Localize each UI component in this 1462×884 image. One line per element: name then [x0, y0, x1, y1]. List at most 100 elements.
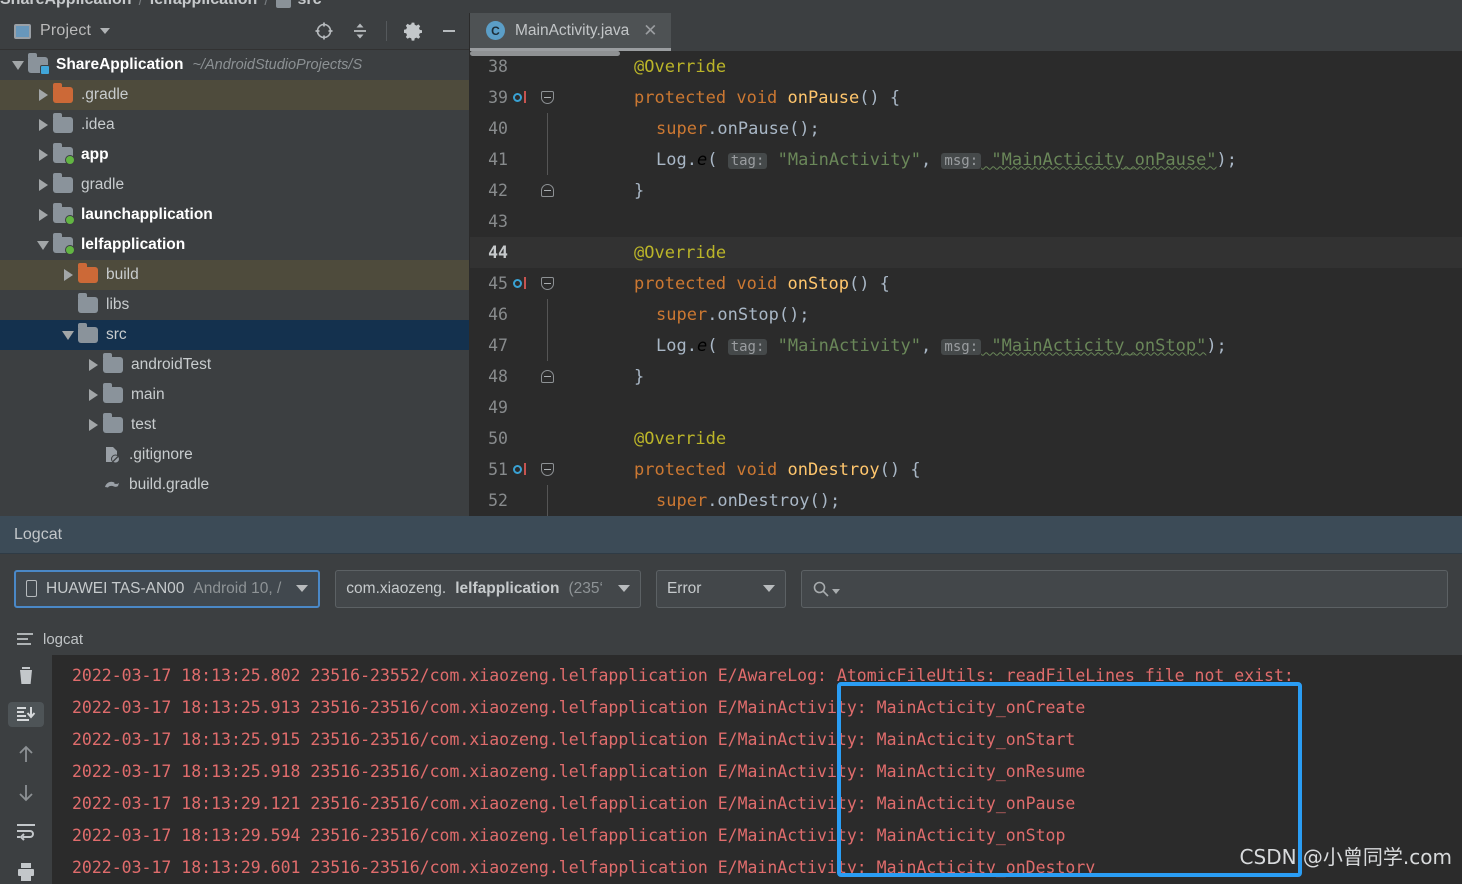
logcat-line[interactable]: 2022-03-17 18:13:25.918 23516-23516/com.…	[52, 755, 1462, 787]
code-line[interactable]: 39 protected void onPause() {	[470, 82, 1462, 113]
chevron-right-icon[interactable]	[33, 179, 53, 191]
code-line[interactable]: 38 @Override	[470, 51, 1462, 82]
process-selector[interactable]: com.xiaozeng. lelfapplication (235‘	[335, 569, 641, 608]
tree-item-launchapplication[interactable]: launchapplication	[0, 200, 469, 230]
code-line[interactable]: 51 protected void onDestroy() {	[470, 454, 1462, 485]
code-line[interactable]: 49	[470, 392, 1462, 423]
log-level-selector[interactable]: Error	[655, 569, 786, 608]
scroll-to-end-icon[interactable]	[8, 702, 44, 727]
code-line[interactable]: 41 Log.e( tag: "MainActivity", msg: "Main…	[470, 144, 1462, 175]
tree-item-gradle[interactable]: .gradle	[0, 80, 469, 110]
search-filter-caret-icon[interactable]	[831, 589, 840, 594]
chevron-right-icon[interactable]	[33, 119, 53, 131]
chevron-down-icon[interactable]	[58, 330, 78, 340]
tree-item-src[interactable]: src	[0, 320, 469, 350]
breadcrumb-item[interactable]: src	[298, 0, 322, 9]
code-line[interactable]: 46 super.onStop();	[470, 299, 1462, 330]
logcat-line[interactable]: 2022-03-17 18:13:25.915 23516-23516/com.…	[52, 723, 1462, 755]
code-token: ,	[920, 335, 942, 356]
tree-item-buildgradle[interactable]: build.gradle	[0, 470, 469, 500]
android-studio-window: ShareApplication / lelfapplication / src Pro…	[0, 0, 1462, 884]
code-token: protected void	[634, 273, 788, 294]
horizontal-scrollbar[interactable]	[470, 51, 620, 56]
logcat-line[interactable]: 2022-03-17 18:13:25.802 23516-23552/com.…	[52, 659, 1462, 691]
logcat-search-box[interactable]	[800, 569, 1448, 608]
logcat-tab-label[interactable]: logcat	[43, 631, 83, 648]
code-folding-marker[interactable]	[534, 463, 560, 476]
soft-wrap-icon[interactable]	[8, 820, 44, 844]
tree-item-gradle[interactable]: gradle	[0, 170, 469, 200]
tree-item-build[interactable]: build	[0, 260, 469, 290]
breadcrumb-item[interactable]: lelfapplication	[150, 0, 258, 9]
chevron-right-icon[interactable]	[33, 89, 53, 101]
code-line[interactable]: 40 super.onPause();	[470, 113, 1462, 144]
chevron-right-icon[interactable]	[83, 359, 103, 371]
chevron-right-icon[interactable]	[33, 209, 53, 221]
chevron-down-icon[interactable]	[100, 28, 111, 34]
tree-item-shareapplication[interactable]: ShareApplication ~/AndroidStudioProjects/…	[0, 50, 469, 80]
code-text: super.onPause();	[560, 119, 820, 139]
chevron-down-icon[interactable]	[617, 585, 630, 592]
chevron-down-icon[interactable]	[296, 585, 309, 592]
code-folding-marker[interactable]	[534, 277, 560, 290]
code-token: ,	[920, 149, 942, 170]
chevron-right-icon[interactable]	[83, 419, 103, 431]
code-token: Log.	[656, 335, 697, 356]
previous-occurrence-icon[interactable]	[8, 742, 44, 766]
settings-gear-icon[interactable]	[403, 21, 423, 41]
module-folder-icon	[28, 53, 50, 75]
logcat-line[interactable]: 2022-03-17 18:13:29.121 23516-23516/com.…	[52, 787, 1462, 819]
chevron-right-icon[interactable]	[58, 269, 78, 281]
logcat-output[interactable]: 2022-03-17 18:13:25.802 23516-23552/com.…	[52, 655, 1462, 884]
code-line[interactable]: 48}	[470, 361, 1462, 392]
print-icon[interactable]	[8, 860, 44, 884]
clear-logcat-icon[interactable]	[8, 663, 44, 687]
code-viewport[interactable]: 38 @Override 39 protected void onPause() {4…	[470, 51, 1462, 516]
tree-item-gitignore[interactable]: .gitignore	[0, 440, 469, 470]
chevron-right-icon[interactable]	[83, 389, 103, 401]
breadcrumb-item[interactable]: ShareApplication	[0, 0, 132, 9]
close-icon[interactable]: ✕	[643, 22, 657, 39]
logcat-line-meta: 2022-03-17 18:13:29.601 23516-23516/com.…	[72, 857, 708, 877]
code-text: Log.e( tag: "MainActivity", msg: "MainAc…	[560, 150, 1237, 170]
tree-item-lelfapplication[interactable]: lelfapplication	[0, 230, 469, 260]
editor-gutter: 50	[470, 429, 560, 448]
code-token: "MainActivity"	[767, 149, 921, 170]
code-line[interactable]: 50 @Override	[470, 423, 1462, 454]
next-occurrence-icon[interactable]	[8, 781, 44, 805]
tree-item-libs[interactable]: libs	[0, 290, 469, 320]
device-selector[interactable]: HUAWEI TAS-AN00 Android 10, /	[14, 569, 321, 608]
override-method-icon[interactable]	[510, 276, 534, 292]
code-line[interactable]: 42}	[470, 175, 1462, 206]
project-tree[interactable]: ShareApplication ~/AndroidStudioProjects/…	[0, 50, 469, 516]
code-line[interactable]: 47 Log.e( tag: "MainActivity", msg: "Main…	[470, 330, 1462, 361]
chevron-down-icon[interactable]	[762, 585, 775, 592]
chevron-right-icon[interactable]	[33, 149, 53, 161]
code-token: msg:	[941, 152, 982, 169]
code-line[interactable]: 44 @Override	[470, 237, 1462, 268]
collapse-all-icon[interactable]	[350, 21, 370, 41]
tree-item-main[interactable]: main	[0, 380, 469, 410]
override-method-icon[interactable]	[510, 90, 534, 106]
logcat-line[interactable]: 2022-03-17 18:13:25.913 23516-23516/com.…	[52, 691, 1462, 723]
hide-panel-icon[interactable]	[439, 21, 459, 41]
code-folding-marker[interactable]	[534, 370, 560, 383]
tree-item-test[interactable]: test	[0, 410, 469, 440]
code-folding-marker[interactable]	[534, 91, 560, 104]
device-name: HUAWEI TAS-AN00	[46, 579, 185, 597]
code-line[interactable]: 43	[470, 206, 1462, 237]
chevron-down-icon[interactable]	[8, 60, 28, 70]
locate-target-icon[interactable]	[314, 21, 334, 41]
override-method-icon[interactable]	[510, 462, 534, 478]
tree-item-idea[interactable]: .idea	[0, 110, 469, 140]
logcat-search-input[interactable]	[847, 580, 1437, 597]
chevron-down-icon[interactable]	[33, 240, 53, 250]
code-folding-marker[interactable]	[534, 184, 560, 197]
tree-item-app[interactable]: app	[0, 140, 469, 170]
tree-item-label: libs	[106, 296, 130, 313]
code-line[interactable]: 52 super.onDestroy();	[470, 485, 1462, 516]
code-line[interactable]: 45 protected void onStop() {	[470, 268, 1462, 299]
tree-item-androidtest[interactable]: androidTest	[0, 350, 469, 380]
folder-icon	[103, 353, 123, 373]
tab-mainactivity-java[interactable]: C MainActivity.java ✕	[470, 13, 671, 51]
